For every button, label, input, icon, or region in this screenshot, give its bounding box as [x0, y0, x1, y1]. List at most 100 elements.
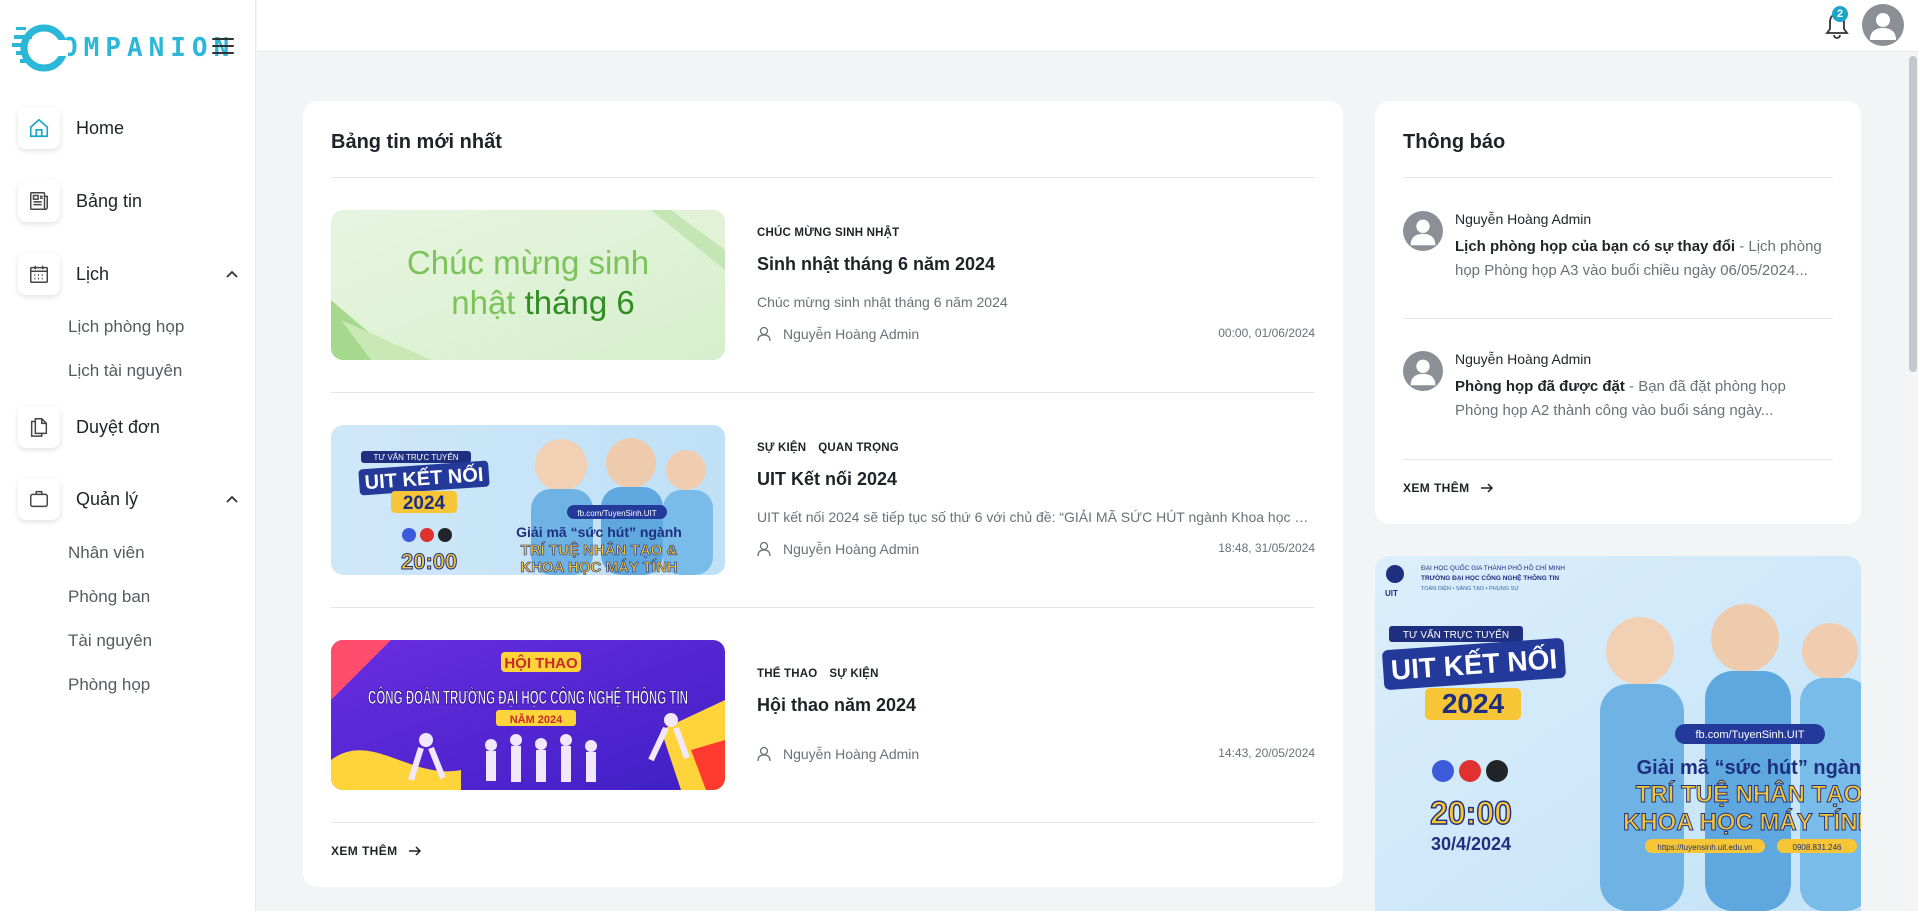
home-icon — [18, 107, 60, 149]
sidebar-item-quan-ly[interactable]: Quản lý — [18, 475, 240, 523]
news-timestamp: 00:00, 01/06/2024 — [1218, 326, 1315, 340]
thumb-uit-time: 20:00 — [401, 549, 457, 574]
notification-headline: Lịch phòng họp của bạn có sự thay đổi — [1455, 238, 1736, 255]
divider — [331, 177, 1315, 178]
notification-headline: Phòng họp đã được đặt — [1455, 378, 1625, 395]
news-author: Nguyễn Hoàng Admin — [757, 541, 919, 557]
uit-ket-noi-banner-image: TƯ VẤN TRỰC TUYẾN UIT KẾT NỐI 2024 20:00… — [331, 425, 725, 575]
news-card: Bảng tin mới nhất Chúc mừng sinh nhật th… — [303, 101, 1343, 887]
notification-item[interactable]: Nguyễn Hoàng Admin Phòng họp đã được đặt… — [1403, 351, 1833, 441]
news-item: TƯ VẤN TRỰC TUYẾN UIT KẾT NỐI 2024 20:00… — [331, 425, 1315, 575]
sidebar-subitem-phong-ban[interactable]: Phòng ban — [68, 587, 150, 607]
birthday-banner-image: Chúc mừng sinh nhật tháng 6 — [331, 210, 725, 360]
banner-card[interactable]: UIT ĐẠI HỌC QUỐC GIA THÀNH PHỐ HỒ CHÍ MI… — [1375, 556, 1861, 911]
news-more-link[interactable]: XEM THÊM — [331, 844, 422, 858]
divider — [331, 607, 1315, 608]
thumb-birthday-line2b: tháng 6 — [525, 284, 635, 321]
banner-year: 2024 — [1442, 688, 1505, 719]
brand-name: OMPANION — [62, 33, 236, 63]
sidebar-item-lich[interactable]: Lịch — [18, 250, 240, 298]
arrow-right-icon — [1480, 483, 1493, 493]
thumb-uit-year: 2024 — [403, 493, 446, 514]
news-thumbnail-uit[interactable]: TƯ VẤN TRỰC TUYẾN UIT KẾT NỐI 2024 20:00… — [331, 425, 725, 575]
sidebar-subitem-lich-tai-nguyen[interactable]: Lịch tài nguyên — [68, 361, 182, 381]
notifications-more-link[interactable]: XEM THÊM — [1403, 481, 1494, 495]
thumb-uit-slogan3: KHOA HỌC MÁY TÍNH — [520, 559, 678, 575]
notification-body: Lịch phòng họp của bạn có sự thay đổi - … — [1455, 235, 1833, 283]
svg-text:nhật tháng 6: nhật tháng 6 — [451, 284, 635, 321]
thumb-hoithao-head: HỘI THAO — [504, 654, 578, 672]
author-name: Nguyễn Hoàng Admin — [783, 746, 920, 762]
banner-uni-line2: TRƯỜNG ĐẠI HỌC CÔNG NGHỆ THÔNG TIN — [1421, 573, 1559, 582]
news-author: Nguyễn Hoàng Admin — [757, 746, 919, 762]
notification-body: Phòng họp đã được đặt - Bạn đã đặt phòng… — [1455, 375, 1833, 423]
sidebar-item-home[interactable]: Home — [18, 104, 240, 152]
thumb-hoithao-year: NĂM 2024 — [510, 713, 563, 726]
banner-date: 30/4/2024 — [1431, 834, 1511, 854]
news-title[interactable]: Hội thao năm 2024 — [757, 695, 916, 716]
banner-pill: TƯ VẤN TRỰC TUYẾN — [1403, 628, 1509, 641]
chevron-up-icon[interactable] — [224, 491, 240, 507]
tag[interactable]: CHÚC MỪNG SINH NHẬT — [757, 227, 899, 239]
news-tags: CHÚC MỪNG SINH NHẬT — [757, 227, 911, 239]
notifications-card: Thông báo Nguyễn Hoàng Admin Lịch phòng … — [1375, 101, 1861, 524]
notification-item[interactable]: Nguyễn Hoàng Admin Lịch phòng họp của bạ… — [1403, 211, 1833, 301]
news-title[interactable]: Sinh nhật tháng 6 năm 2024 — [757, 254, 995, 275]
divider — [331, 822, 1315, 823]
page-scrollbar-thumb[interactable] — [1909, 56, 1917, 372]
news-tags: SỰ KIỆN QUAN TRỌNG — [757, 442, 911, 454]
briefcase-icon — [18, 478, 60, 520]
news-title[interactable]: UIT Kết nối 2024 — [757, 469, 897, 490]
news-description: Chúc mừng sinh nhật tháng 6 năm 2024 — [757, 294, 1008, 310]
sidebar-subitem-lich-phong-hop[interactable]: Lịch phòng họp — [68, 317, 184, 337]
banner-slogan3: KHOA HỌC MÁY TÍNH — [1623, 808, 1861, 836]
user-icon — [1870, 13, 1896, 40]
notification-sender: Nguyễn Hoàng Admin — [1455, 351, 1592, 367]
hoi-thao-banner-image: HỘI THAO CÔNG ĐOÀN TRƯỜNG ĐẠI HỌC CÔNG N… — [331, 640, 725, 790]
tag[interactable]: SỰ KIỆN — [829, 668, 878, 680]
tag[interactable]: SỰ KIỆN — [757, 442, 806, 454]
thumb-uit-fb: fb.com/TuyenSinh.UIT — [577, 509, 656, 518]
banner-phone: 0908.831.246 — [1793, 843, 1842, 852]
news-thumbnail-hoi-thao[interactable]: HỘI THAO CÔNG ĐOÀN TRƯỜNG ĐẠI HỌC CÔNG N… — [331, 640, 725, 790]
notification-count-badge: 2 — [1832, 6, 1848, 22]
calendar-icon — [18, 253, 60, 295]
news-tags: THỂ THAO SỰ KIỆN — [757, 668, 891, 680]
banner-slogan1: Giải mã “sức hút” ngành — [1637, 757, 1861, 779]
notifications-title: Thông báo — [1403, 131, 1506, 153]
user-icon — [1410, 219, 1436, 246]
user-outline-icon — [757, 746, 771, 762]
sidebar-subitem-tai-nguyen[interactable]: Tài nguyên — [68, 631, 152, 651]
news-timestamp: 14:43, 20/05/2024 — [1218, 746, 1315, 760]
sidebar-item-bang-tin[interactable]: Bảng tin — [18, 177, 240, 225]
logo-row: OMPANION — [12, 20, 244, 76]
sidebar-subitem-nhan-vien[interactable]: Nhân viên — [68, 543, 145, 563]
divider — [1403, 318, 1833, 319]
menu-toggle-icon[interactable] — [212, 38, 234, 56]
chevron-up-icon[interactable] — [224, 266, 240, 282]
banner-motto: TOÀN DIỆN • SÁNG TẠO • PHỤNG SỰ — [1421, 584, 1519, 592]
companion-logo[interactable]: OMPANION — [12, 22, 235, 74]
notification-sender: Nguyễn Hoàng Admin — [1455, 211, 1592, 227]
news-timestamp: 18:48, 31/05/2024 — [1218, 541, 1315, 555]
tag[interactable]: QUAN TRỌNG — [818, 442, 899, 454]
sidebar-item-duyet-don[interactable]: Duyệt đơn — [18, 403, 240, 451]
arrow-right-icon — [408, 846, 421, 856]
thumb-birthday-line2a: nhật — [451, 284, 524, 321]
news-description: UIT kết nối 2024 sẽ tiếp tục số thứ 6 vớ… — [757, 509, 1315, 525]
news-author: Nguyễn Hoàng Admin — [757, 326, 919, 342]
sidebar-subitem-phong-hop[interactable]: Phòng họp — [68, 675, 150, 695]
thumb-uit-slogan1: Giải mã “sức hút” ngành — [516, 524, 682, 540]
thumb-uit-pill: TƯ VẤN TRỰC TUYẾN — [374, 452, 459, 462]
more-label: XEM THÊM — [1403, 481, 1470, 495]
avatar — [1403, 351, 1443, 391]
tag[interactable]: THỂ THAO — [757, 668, 817, 680]
banner-slogan2: TRÍ TUỆ NHÂN TẠO — [1636, 780, 1861, 808]
uit-ket-noi-promo-image: UIT ĐẠI HỌC QUỐC GIA THÀNH PHỐ HỒ CHÍ MI… — [1375, 556, 1861, 911]
author-name: Nguyễn Hoàng Admin — [783, 541, 920, 557]
banner-uit-logo: UIT — [1385, 589, 1398, 598]
news-thumbnail-birthday[interactable]: Chúc mừng sinh nhật tháng 6 — [331, 210, 725, 360]
news-card-title: Bảng tin mới nhất — [331, 131, 502, 153]
logo-mark-icon — [12, 24, 68, 72]
user-avatar[interactable] — [1862, 4, 1904, 46]
